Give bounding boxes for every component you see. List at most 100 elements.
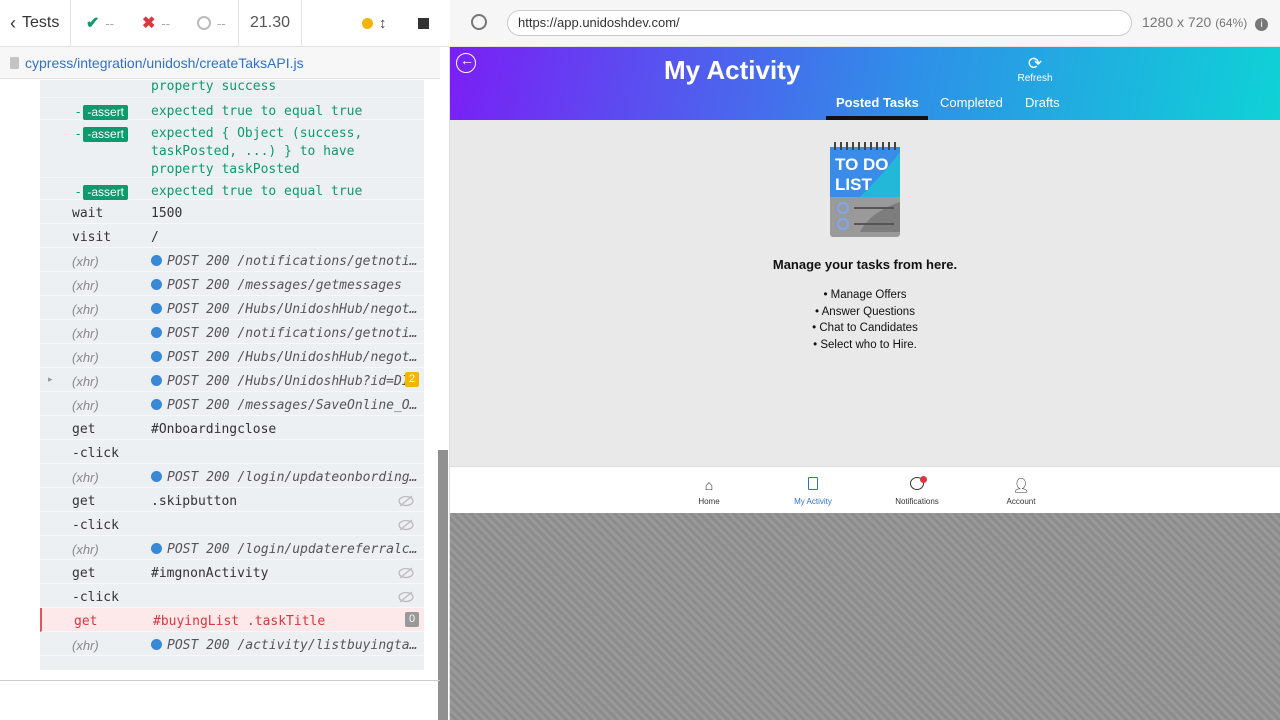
yellow-dot-icon	[362, 17, 373, 29]
user-icon: 👤︎	[1012, 477, 1030, 493]
command-message: POST 200 /messages/getmessages	[151, 277, 419, 295]
x-icon: ✖	[142, 15, 156, 32]
xhr-row[interactable]: ▸ (xhr) POST 200 /Hubs/UnidoshHub?id=DI2..…	[40, 368, 424, 392]
command-name: -click	[72, 446, 119, 461]
command-name: -click	[72, 518, 119, 533]
command-message: /	[151, 230, 159, 245]
command-name: -click	[72, 590, 119, 605]
xhr-row[interactable]: (xhr) POST 200 /Hubs/UnidoshHub/negotiate	[40, 296, 424, 320]
tab-completed[interactable]: Completed	[940, 95, 1003, 110]
xhr-row[interactable]: (xhr) POST 200 /notifications/getnotific.…	[40, 320, 424, 344]
xhr-dot-icon	[151, 255, 162, 266]
nav-my-activity[interactable]: My Activity	[783, 477, 843, 506]
tests-label: Tests	[22, 14, 60, 31]
command-name: get	[72, 566, 96, 581]
assert-row[interactable]: 14--assertexpected true to equal true	[40, 98, 424, 120]
command-message: POST 200 /notifications/getnotific...	[151, 253, 419, 271]
xhr-row[interactable]: (xhr) POST 200 /messages/getmessages	[40, 272, 424, 296]
nav-notifications[interactable]: Notifications	[887, 476, 947, 506]
back-arrow-icon[interactable]: ←	[456, 52, 476, 73]
command-name: (xhr)	[72, 398, 99, 413]
tests-button[interactable]: ‹ Tests	[10, 0, 59, 46]
test-reporter: ‹ Tests ✔ -- ✖ -- -- 21.30 ↕ cypress/int…	[0, 0, 450, 720]
command-message: 1500	[151, 206, 183, 221]
refresh-icon: ⟳	[1027, 54, 1043, 73]
expand-caret-icon[interactable]: ▸	[48, 374, 53, 385]
xhr-row[interactable]: (xhr) POST 200 /notifications/getnotific.…	[40, 248, 424, 272]
passed-count: ✔ --	[86, 15, 115, 32]
xhr-dot-icon	[151, 543, 162, 554]
updown-arrow-icon: ↕	[379, 14, 387, 32]
command-row[interactable]: 17wait1500	[40, 200, 424, 224]
spec-path[interactable]: cypress/integration/unidosh/createTaksAP…	[25, 55, 304, 71]
tab-posted-tasks[interactable]: Posted Tasks	[836, 95, 919, 110]
todo-text-2: LIST	[835, 175, 872, 194]
xhr-dot-icon	[151, 375, 162, 386]
notification-badge	[920, 476, 927, 483]
eye-slash-icon	[398, 495, 414, 507]
xhr-row[interactable]: (xhr) POST 200 /Hubs/UnidoshHub/negotiate	[40, 344, 424, 368]
manage-heading: Manage your tasks from here.	[772, 257, 958, 272]
command-message: .skipbutton	[151, 494, 238, 509]
xhr-row[interactable]: (xhr) POST 200 /activity/listbuyingtasks	[40, 632, 424, 656]
autoscroll-toggle[interactable]: ↕	[362, 0, 387, 46]
todo-text-1: TO DO	[835, 155, 889, 174]
command-row[interactable]: 19get#Onboardingclose	[40, 416, 424, 440]
command-name: (xhr)	[72, 350, 99, 365]
duration: 21.30	[250, 14, 291, 31]
command-message: POST 200 /Hubs/UnidoshHub?id=DI2...	[151, 373, 419, 391]
command-name: visit	[72, 230, 112, 245]
check-icon: ✔	[86, 15, 100, 32]
assert-row[interactable]: 15--assertexpected { Object (success, ta…	[40, 120, 424, 178]
list-item: • Chat to Candidates	[812, 322, 918, 334]
nav-account[interactable]: 👤︎ Account	[991, 477, 1051, 506]
refresh-button[interactable]: ⟳ Refresh	[1010, 54, 1060, 85]
crosshair-icon[interactable]	[471, 14, 487, 30]
command-row[interactable]: 22-click	[40, 512, 424, 536]
xhr-dot-icon	[151, 303, 162, 314]
eye-slash-icon	[398, 591, 414, 603]
xhr-dot-icon	[151, 471, 162, 482]
command-name: - -assert	[76, 104, 129, 120]
command-name: - -assert	[76, 184, 129, 200]
assert-row[interactable]: 16--assertexpected true to equal true	[40, 178, 424, 200]
command-name: (xhr)	[72, 638, 99, 653]
file-icon	[10, 56, 19, 69]
spec-path-bar: cypress/integration/unidosh/createTaksAP…	[0, 47, 440, 79]
list-item: • Answer Questions	[815, 305, 915, 318]
command-row[interactable]: 25get#buyingList .taskTitle0	[40, 608, 424, 632]
list-item: • Select who to Hire.	[813, 338, 917, 351]
command-name: (xhr)	[72, 254, 99, 269]
assert-row[interactable]: taskPosted, ...) } to have property succ…	[40, 80, 424, 98]
page-title: My Activity	[664, 55, 801, 85]
command-row[interactable]: 23get#imgnonActivity	[40, 560, 424, 584]
command-message: POST 200 /Hubs/UnidoshHub/negotiate	[151, 349, 419, 367]
url-input[interactable]: https://app.unidoshdev.com/	[507, 10, 1132, 36]
xhr-dot-icon	[151, 351, 162, 362]
tab-drafts[interactable]: Drafts	[1025, 95, 1060, 110]
command-message: taskPosted, ...) } to have property succ…	[151, 80, 277, 94]
xhr-row[interactable]: (xhr) POST 200 /login/updateonbordingsho.…	[40, 464, 424, 488]
app-frame: ← My Activity ⟳ Refresh Posted Tasks Com…	[450, 47, 1280, 513]
command-message: POST 200 /Hubs/UnidoshHub/negotiate	[151, 301, 419, 319]
xhr-row[interactable]: (xhr) POST 200 /login/updatereferralcode.…	[40, 536, 424, 560]
stop-button[interactable]	[418, 0, 429, 46]
command-message: #imgnonActivity	[151, 566, 269, 581]
command-name: (xhr)	[72, 470, 99, 485]
viewport-size: 1280 x 720 (64%) i	[1142, 14, 1269, 31]
app-header: ← My Activity ⟳ Refresh Posted Tasks Com…	[450, 47, 1280, 120]
command-name: (xhr)	[72, 542, 99, 557]
xhr-dot-icon	[151, 639, 162, 650]
command-message: POST 200 /messages/SaveOnline_Offl...	[151, 397, 419, 415]
command-row[interactable]: 21get.skipbutton	[40, 488, 424, 512]
nav-home[interactable]: ⌂ Home	[679, 477, 739, 506]
command-row[interactable]: 18visit/	[40, 224, 424, 248]
info-icon[interactable]: i	[1255, 18, 1269, 31]
command-row[interactable]: 24-click	[40, 584, 424, 608]
xhr-row[interactable]: (xhr) POST 200 /messages/SaveOnline_Offl.…	[40, 392, 424, 416]
active-tab-indicator	[826, 116, 928, 120]
chevron-left-icon: ‹	[10, 12, 16, 33]
command-row[interactable]: 20-click	[40, 440, 424, 464]
command-message: POST 200 /login/updateonbordingsho...	[151, 469, 419, 487]
command-message: #Onboardingclose	[151, 422, 277, 437]
